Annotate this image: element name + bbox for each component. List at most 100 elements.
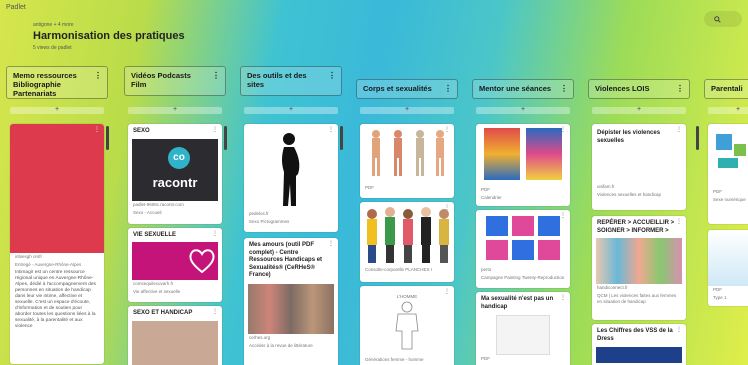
column-header[interactable]: Corps et sexualités ⋮ xyxy=(356,79,458,99)
add-post-button[interactable]: + xyxy=(10,106,104,114)
scrollbar[interactable] xyxy=(106,126,109,150)
brand-logo[interactable]: Padlet xyxy=(6,4,26,11)
more-icon[interactable]: ⋮ xyxy=(676,84,684,93)
link-title: Générations femme - homme xyxy=(365,357,424,362)
post-title: SEXO ET HANDICAP xyxy=(133,310,193,316)
file-type-label: PDF xyxy=(481,356,490,361)
post-image xyxy=(360,124,454,184)
link-title: Entregé - Auvergne-Rhône-Alpes xyxy=(15,262,82,267)
link-url[interactable]: pedelos.fr xyxy=(244,210,338,218)
post-card[interactable]: Dépister les violences sexuelles ⋮ unifa… xyxy=(592,124,686,210)
more-icon[interactable]: ⋮ xyxy=(94,71,102,80)
post-image xyxy=(476,124,570,186)
file-type-label: PDF xyxy=(365,185,374,190)
link-url[interactable]: perto xyxy=(476,266,570,274)
link-url[interactable]: handiconnect.fr xyxy=(592,284,686,292)
link-title: Calendrier xyxy=(481,195,502,200)
post-card[interactable]: ⋮ Consolte-corporelle PLANCHES I xyxy=(360,202,454,282)
post-card[interactable]: ⋮ inbiesgh orsfr Entregé - Auvergne-Rhôn… xyxy=(10,124,104,364)
more-icon[interactable]: ⋮ xyxy=(560,84,568,93)
more-icon[interactable]: ⋮ xyxy=(212,230,218,237)
more-icon[interactable]: ⋮ xyxy=(212,126,218,133)
post-title: Mes amours (outil PDF complet) - Centre … xyxy=(249,242,323,278)
more-icon[interactable]: ⋮ xyxy=(676,326,682,333)
add-post-button[interactable]: + xyxy=(128,106,222,114)
link-url[interactable]: inbiesgh orsfr xyxy=(10,253,104,261)
scrollbar[interactable] xyxy=(224,126,227,150)
add-post-button[interactable]: + xyxy=(476,106,570,114)
column-header[interactable]: Memo ressources Bibliographie Partenaria… xyxy=(6,66,108,99)
breadcrumb[interactable]: antigone + 4 more xyxy=(33,22,73,28)
post-title: Les Chiffres des VSS de la Dress xyxy=(597,328,673,342)
post-card[interactable]: SEXO ET HANDICAP ⋮ xyxy=(128,306,222,365)
link-title: Vie affective et sexuelle xyxy=(133,288,181,294)
column-header[interactable]: Parentali xyxy=(704,79,748,99)
diagram-label: L'HOMME xyxy=(396,294,418,299)
column-parentalite: Parentali + PDF Sexe numérique PDF Type … xyxy=(704,66,748,365)
file-type-label: PDF xyxy=(713,189,722,194)
post-image xyxy=(10,124,104,253)
link-url[interactable]: comsequilecuvarh.fr xyxy=(128,280,222,288)
scrollbar[interactable] xyxy=(696,126,699,150)
more-icon[interactable]: ⋮ xyxy=(328,71,336,80)
link-title: Accéder à la revue de littérature xyxy=(249,342,313,348)
search-button[interactable] xyxy=(704,11,742,27)
more-icon[interactable]: ⋮ xyxy=(676,218,682,225)
post-card[interactable]: ⋮ perto Campagne Painting Twenty-Reprodu… xyxy=(476,210,570,288)
post-image xyxy=(132,241,218,280)
search-icon xyxy=(714,15,721,23)
add-post-button[interactable]: + xyxy=(708,106,748,114)
column-header[interactable]: Des outils et des sites ⋮ xyxy=(240,66,342,96)
add-post-button[interactable]: + xyxy=(360,106,454,114)
body-diagram-icon xyxy=(372,130,444,176)
column-title: Vidéos Podcasts Film xyxy=(131,71,191,89)
post-text: Intimagir est un centre ressource région… xyxy=(15,270,96,329)
more-icon[interactable]: ⋮ xyxy=(212,71,220,80)
racontr-wordmark: racontr xyxy=(152,174,198,190)
post-title: Dépister les violences sexuelles xyxy=(597,130,661,144)
pregnant-person-icon xyxy=(282,133,300,206)
more-icon[interactable]: ⋮ xyxy=(444,84,452,93)
more-icon[interactable]: ⋮ xyxy=(94,126,100,133)
more-icon[interactable]: ⋮ xyxy=(328,240,334,247)
column-title: Violences LOIS xyxy=(595,84,650,93)
post-image xyxy=(244,124,338,210)
post-card[interactable]: ⋮ PDF Calendrier xyxy=(476,124,570,206)
column-title: Des outils et des sites xyxy=(247,71,307,89)
post-card[interactable]: PDF Sexe numérique xyxy=(708,124,748,224)
column-title: Parentali xyxy=(711,84,743,93)
post-image xyxy=(248,283,334,334)
link-url[interactable]: cerhes.org xyxy=(244,334,338,342)
more-icon[interactable]: ⋮ xyxy=(212,308,218,315)
add-post-button[interactable]: + xyxy=(244,106,338,114)
more-icon[interactable]: ⋮ xyxy=(444,288,450,295)
file-type-label: PDF xyxy=(481,187,490,192)
link-url[interactable]: unifam.fr xyxy=(592,183,686,191)
link-url[interactable]: padlet-9606c.racontr.com xyxy=(128,201,222,209)
post-title: VIE SEXUELLE xyxy=(133,232,177,238)
post-card[interactable]: PDF Type 1 xyxy=(708,230,748,306)
post-card[interactable]: ⋮ pedelos.fr Sexo Pictogrammes xyxy=(244,124,338,232)
post-card[interactable]: Mes amours (outil PDF complet) - Centre … xyxy=(244,238,338,365)
column-header[interactable]: Mentor une séances ⋮ xyxy=(472,79,574,99)
post-image xyxy=(476,210,570,266)
column-videos: Vidéos Podcasts Film ⋮ + SEXO ⋮ co racon… xyxy=(124,66,228,365)
add-post-button[interactable]: + xyxy=(592,106,686,114)
post-card[interactable]: Les Chiffres des VSS de la Dress ⋮ xyxy=(592,324,686,365)
more-icon[interactable]: ⋮ xyxy=(676,126,682,133)
column-header[interactable]: Violences LOIS ⋮ xyxy=(588,79,690,99)
post-card[interactable]: SEXO ⋮ co racontr padlet-9606c.racontr.c… xyxy=(128,124,222,224)
page-subtitle: 5 views de padlet xyxy=(33,45,72,51)
column-outils: Des outils et des sites ⋮ + ⋮ pedelos.fr… xyxy=(240,66,344,365)
column-seances: Mentor une séances ⋮ + ⋮ PDF Calendrier … xyxy=(472,66,576,365)
file-type-label: PDF xyxy=(713,287,722,292)
column-title: Mentor une séances xyxy=(479,84,552,93)
post-card[interactable]: ⋮ PDF xyxy=(360,124,454,198)
scrollbar[interactable] xyxy=(340,126,343,150)
column-header[interactable]: Vidéos Podcasts Film ⋮ xyxy=(124,66,226,96)
more-icon[interactable]: ⋮ xyxy=(560,294,566,301)
post-card[interactable]: REPÉRER > ACCUEILLIR > SOIGNER > INFORME… xyxy=(592,216,686,320)
post-card[interactable]: VIE SEXUELLE ⋮ comsequilecuvarh.fr Vie a… xyxy=(128,228,222,302)
post-card[interactable]: ⋮ L'HOMME Générations femme - homme xyxy=(360,286,454,365)
post-card[interactable]: Ma sexualité n'est pas un handicap ⋮ PDF xyxy=(476,292,570,365)
